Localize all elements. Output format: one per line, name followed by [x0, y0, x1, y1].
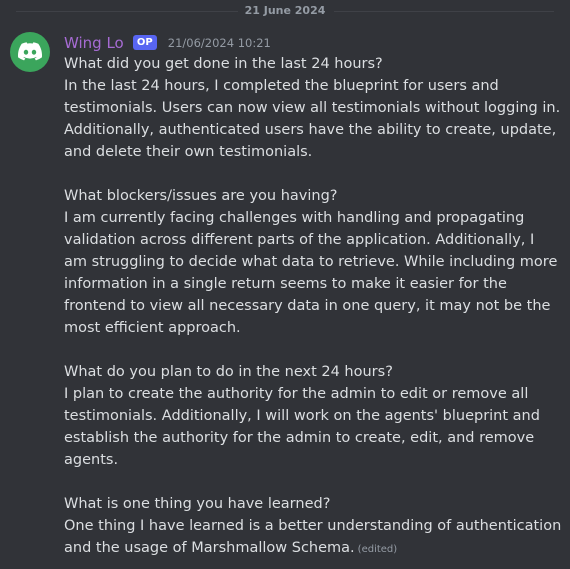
paragraph-done: What did you get done in the last 24 hou…: [64, 53, 564, 163]
message-line: agents.: [64, 452, 119, 468]
message-line: information in a single return seems to …: [64, 276, 507, 292]
avatar[interactable]: [10, 32, 50, 72]
message-line: What is one thing you have learned?: [64, 496, 331, 512]
message-line: validation across different parts of the…: [64, 232, 535, 248]
message-line: One thing I have learned is a better und…: [64, 518, 562, 534]
edited-label: (edited): [357, 544, 398, 555]
message-line-text: and the usage of Marshmallow Schema.: [64, 540, 355, 556]
message-line: What did you get done in the last 24 hou…: [64, 56, 383, 72]
message-content: What did you get done in the last 24 hou…: [64, 53, 564, 561]
message-line: most efficient approach.: [64, 320, 241, 336]
paragraph-plan: What do you plan to do in the next 24 ho…: [64, 361, 564, 471]
message-line: and delete their own testimonials.: [64, 144, 313, 160]
message-line: testimonials. Users can now view all tes…: [64, 100, 561, 116]
message-line: am struggling to decide what data to ret…: [64, 254, 558, 270]
discord-logo-icon: [18, 42, 42, 61]
message-line: In the last 24 hours, I completed the bl…: [64, 78, 499, 94]
divider-line-right: [334, 11, 554, 12]
message-line: testimonials. Additionally, I will work …: [64, 408, 540, 424]
paragraph-blockers: What blockers/issues are you having? I a…: [64, 185, 564, 339]
date-divider: 21 June 2024: [0, 0, 570, 22]
message-timestamp[interactable]: 21/06/2024 10:21: [168, 33, 271, 53]
message-line: What do you plan to do in the next 24 ho…: [64, 364, 393, 380]
author-username[interactable]: Wing Lo: [64, 33, 124, 53]
message-header: Wing Lo OP 21/06/2024 10:21: [64, 32, 271, 52]
message-line: I am currently facing challenges with ha…: [64, 210, 525, 226]
message-line: establish the authority for the admin to…: [64, 430, 535, 446]
paragraph-learned: What is one thing you have learned? One …: [64, 493, 564, 561]
message-line-last: and the usage of Marshmallow Schema. (edi…: [64, 537, 564, 561]
message-line: What blockers/issues are you having?: [64, 188, 338, 204]
message-line: I plan to create the authority for the a…: [64, 386, 529, 402]
message-line: frontend to view all necessary data in o…: [64, 298, 551, 314]
message-line: Additionally, authenticated users have t…: [64, 122, 557, 138]
op-badge: OP: [132, 35, 157, 50]
